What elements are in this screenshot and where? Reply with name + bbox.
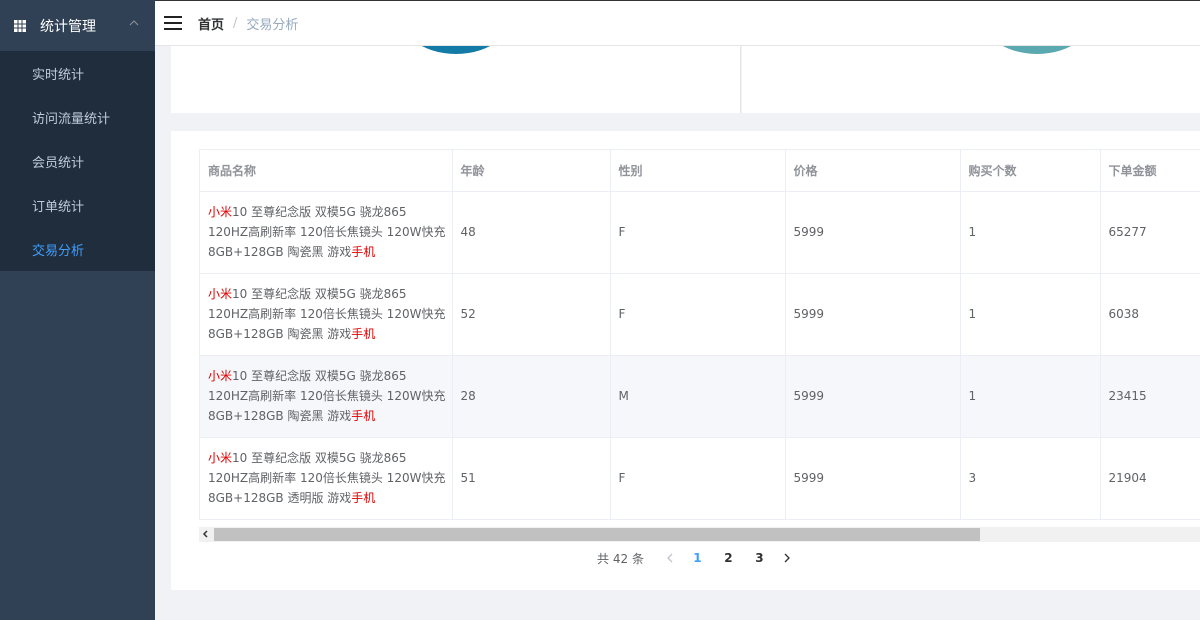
cell-amount: 6038 xyxy=(1100,273,1200,356)
scrollbar-thumb[interactable] xyxy=(214,528,980,541)
sidebar-item-orders[interactable]: 订单统计 xyxy=(0,183,155,227)
sidebar: 统计管理 实时统计 访问流量统计 会员统计 订单统计 交易分析 xyxy=(0,0,155,620)
table-row[interactable]: 小米10 至尊纪念版 双模5G 骁龙865 120HZ高刷新率 120倍长焦镜头… xyxy=(200,355,1200,438)
table-row[interactable]: 小米10 至尊纪念版 双模5G 骁龙865 120HZ高刷新率 120倍长焦镜头… xyxy=(200,437,1200,519)
sidebar-item-traffic[interactable]: 访问流量统计 xyxy=(0,95,155,139)
chevron-left-icon[interactable] xyxy=(658,548,682,568)
table-row[interactable]: 小米10 至尊纪念版 双模5G 骁龙865 120HZ高刷新率 120倍长焦镜头… xyxy=(200,273,1200,356)
table-header-row: 商品名称 年龄 性别 价格 购买个数 下单金额 xyxy=(200,150,1200,192)
cell-gender: M xyxy=(610,355,786,438)
sidebar-item-label: 交易分析 xyxy=(32,243,85,259)
cell-price: 5999 xyxy=(785,191,961,274)
sidebar-item-realtime[interactable]: 实时统计 xyxy=(0,51,155,95)
cell-product-name: 小米10 至尊纪念版 双模5G 骁龙865 120HZ高刷新率 120倍长焦镜头… xyxy=(200,437,453,519)
cell-count: 1 xyxy=(960,191,1101,274)
chevron-right-icon[interactable] xyxy=(775,548,799,568)
page-button-2[interactable]: 2 xyxy=(713,551,744,565)
cell-product-name: 小米10 至尊纪念版 双模5G 骁龙865 120HZ高刷新率 120倍长焦镜头… xyxy=(200,355,453,438)
sidebar-item-members[interactable]: 会员统计 xyxy=(0,139,155,183)
cell-product-name: 小米10 至尊纪念版 双模5G 骁龙865 120HZ高刷新率 120倍长焦镜头… xyxy=(200,273,453,356)
cell-count: 1 xyxy=(960,273,1101,356)
breadcrumb-home[interactable]: 首页 xyxy=(198,14,224,33)
page-button-3[interactable]: 3 xyxy=(744,551,775,565)
pagination-total: 共 42 条 xyxy=(597,551,644,566)
page-button-1[interactable]: 1 xyxy=(682,551,713,565)
chevron-up-icon xyxy=(129,20,139,26)
column-header-amount[interactable]: 下单金额 xyxy=(1100,150,1200,192)
column-header-gender[interactable]: 性别 xyxy=(610,150,786,192)
cell-product-name: 小米10 至尊纪念版 双模5G 骁龙865 120HZ高刷新率 120倍长焦镜头… xyxy=(200,191,453,274)
horizontal-scrollbar[interactable] xyxy=(199,527,1200,542)
sidebar-item-label: 访问流量统计 xyxy=(32,111,111,127)
breadcrumb-separator: / xyxy=(233,15,238,31)
grid-icon xyxy=(14,19,26,32)
donut-chart-right xyxy=(974,46,1100,54)
cell-price: 5999 xyxy=(785,273,961,356)
cell-age: 51 xyxy=(452,437,611,519)
donut-chart-left xyxy=(393,46,519,54)
chart-panel-right xyxy=(742,46,1200,113)
cell-price: 5999 xyxy=(785,355,961,438)
table-row[interactable]: 小米10 至尊纪念版 双模5G 骁龙865 120HZ高刷新率 120倍长焦镜头… xyxy=(200,191,1200,274)
cell-gender: F xyxy=(610,191,786,274)
cell-count: 1 xyxy=(960,355,1101,438)
column-header-count[interactable]: 购买个数 xyxy=(960,150,1101,192)
sidebar-item-label: 订单统计 xyxy=(32,199,85,215)
column-header-name[interactable]: 商品名称 xyxy=(200,150,453,192)
sidebar-item-label: 实时统计 xyxy=(32,67,85,83)
menu-group-statistics[interactable]: 统计管理 xyxy=(0,0,155,51)
cell-amount: 23415 xyxy=(1100,355,1200,438)
cell-count: 3 xyxy=(960,437,1101,519)
column-header-price[interactable]: 价格 xyxy=(785,150,961,192)
chart-panel-left xyxy=(171,46,741,113)
breadcrumb-current: 交易分析 xyxy=(246,17,299,33)
cell-gender: F xyxy=(610,273,786,356)
menu-group-label: 统计管理 xyxy=(40,18,96,35)
pagination: 共 42 条 1 2 3 xyxy=(171,548,1200,568)
hamburger-icon[interactable] xyxy=(164,16,182,30)
cell-age: 48 xyxy=(452,191,611,274)
cell-amount: 65277 xyxy=(1100,191,1200,274)
navbar: 首页 / 交易分析 xyxy=(155,0,1200,46)
cell-gender: F xyxy=(610,437,786,519)
cell-amount: 21904 xyxy=(1100,437,1200,519)
sidebar-item-label: 会员统计 xyxy=(32,155,85,171)
cell-age: 28 xyxy=(452,355,611,438)
scroll-left-icon[interactable] xyxy=(201,529,211,539)
column-header-age[interactable]: 年龄 xyxy=(452,150,611,192)
cell-age: 52 xyxy=(452,273,611,356)
table-card: 商品名称 年龄 性别 价格 购买个数 下单金额 小米10 至尊纪念版 双模5G … xyxy=(171,131,1200,590)
data-table: 商品名称 年龄 性别 价格 购买个数 下单金额 小米10 至尊纪念版 双模5G … xyxy=(199,149,1200,520)
cell-price: 5999 xyxy=(785,437,961,519)
submenu: 实时统计 访问流量统计 会员统计 订单统计 交易分析 xyxy=(0,51,155,271)
sidebar-item-trade-analysis[interactable]: 交易分析 xyxy=(0,227,155,271)
